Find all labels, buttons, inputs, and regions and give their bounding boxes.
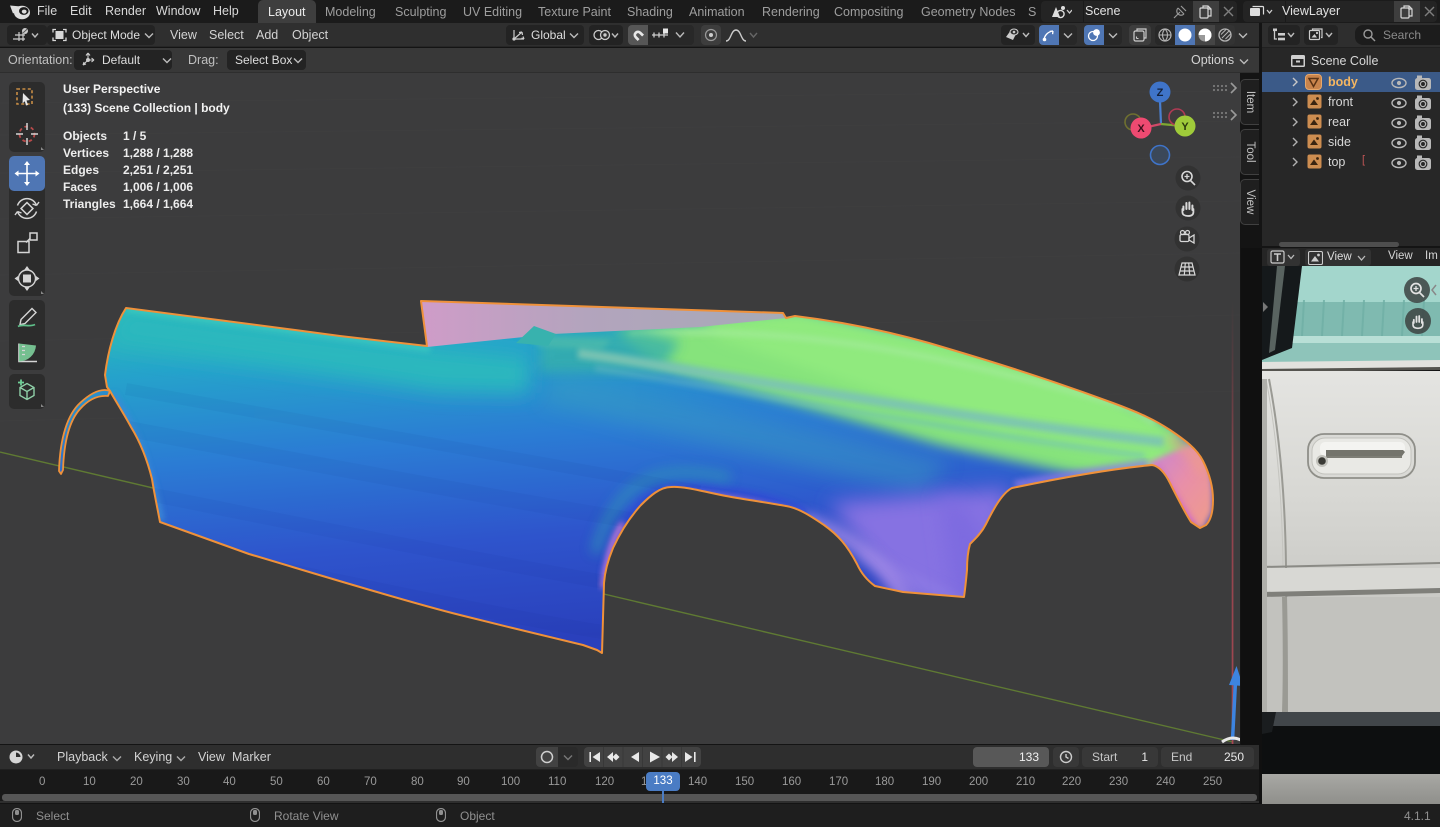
svg-text:Edges: Edges [63,163,99,177]
svg-text:User Perspective: User Perspective [63,82,161,96]
svg-text:2,251 / 2,251: 2,251 / 2,251 [123,163,193,177]
svg-text:1,288 / 1,288: 1,288 / 1,288 [123,146,193,160]
svg-text:Faces: Faces [63,180,97,194]
svg-text:Y: Y [1181,121,1189,133]
svg-text:1,664 / 1,664: 1,664 / 1,664 [123,197,193,211]
svg-text:Objects: Objects [63,129,107,143]
svg-text:1 / 5: 1 / 5 [123,129,147,143]
svg-text:Triangles: Triangles [63,197,116,211]
svg-text:X: X [1137,123,1145,135]
svg-text:Vertices: Vertices [63,146,109,160]
svg-text:Z: Z [1157,87,1164,99]
svg-text:(133) Scene Collection | body: (133) Scene Collection | body [63,101,230,115]
svg-text:1,006 / 1,006: 1,006 / 1,006 [123,180,193,194]
